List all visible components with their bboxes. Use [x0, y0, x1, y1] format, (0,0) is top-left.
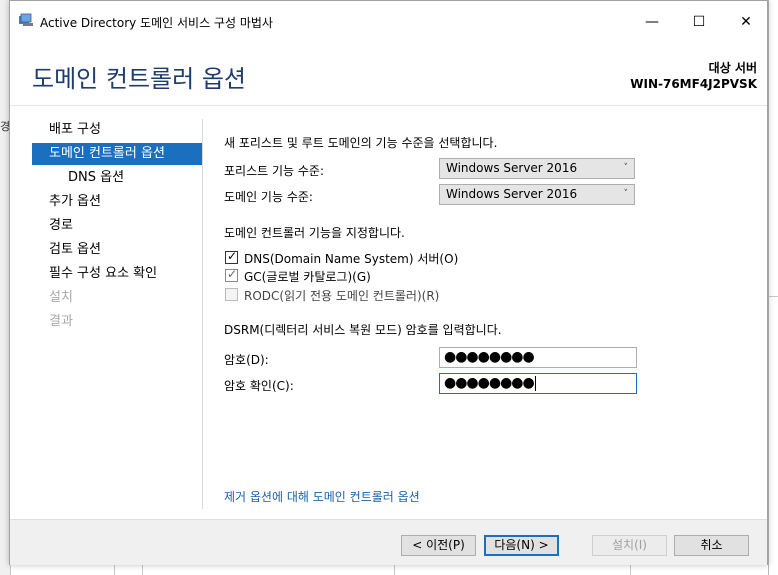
- wizard-footer: < 이전(P) 다음(N) > 설치(I) 취소: [10, 519, 767, 565]
- title-bar[interactable]: Active Directory 도메인 서비스 구성 마법사 — ☐ ✕: [10, 1, 767, 41]
- dsrm-intro: DSRM(디렉터리 서비스 복원 모드) 암호를 입력합니다.: [224, 323, 502, 337]
- functional-level-intro: 새 포리스트 및 루트 도메인의 기능 수준을 선택합니다.: [224, 136, 498, 150]
- password-label: 암호(D):: [224, 353, 269, 367]
- nav-item-prereq[interactable]: 필수 구성 요소 확인: [32, 263, 157, 285]
- next-button[interactable]: 다음(N) >: [484, 535, 559, 556]
- password-input[interactable]: ●●●●●●●●: [439, 347, 637, 368]
- nav-item-results: 결과: [49, 314, 73, 329]
- maximize-button[interactable]: ☐: [679, 9, 719, 35]
- rodc-label: RODC(읽기 전용 도메인 컨트롤러)(R): [244, 289, 440, 303]
- previous-button[interactable]: < 이전(P): [401, 535, 476, 556]
- text-caret: [534, 375, 536, 391]
- nav-item-additional-options[interactable]: 추가 옵션: [32, 191, 101, 213]
- maximize-icon: ☐: [692, 14, 706, 30]
- chevron-down-icon: ˅: [623, 189, 629, 199]
- target-server-name: WIN-76MF4J2PVSK: [630, 77, 757, 91]
- wizard-window: Active Directory 도메인 서비스 구성 마법사 — ☐ ✕ 도메…: [9, 0, 768, 565]
- background-divider: [768, 296, 778, 297]
- more-info-link[interactable]: 제거 옵션에 대해 도메인 컨트롤러 옵션: [224, 488, 420, 505]
- password-value: ●●●●●●●●: [444, 349, 535, 365]
- nav-item-install: 설치: [49, 290, 73, 305]
- rodc-checkbox[interactable]: [225, 288, 238, 301]
- check-icon: ✓: [227, 267, 238, 281]
- install-button: 설치(I): [592, 535, 667, 556]
- gc-label: GC(글로벌 카탈로그)(G): [244, 270, 371, 284]
- chevron-down-icon: ˅: [623, 163, 629, 173]
- cancel-button[interactable]: 취소: [674, 535, 749, 556]
- target-server-label: 대상 서버: [708, 61, 757, 75]
- background-window-right: [768, 0, 778, 575]
- nav-item-deployment[interactable]: 배포 구성: [32, 119, 101, 141]
- nav-item-dc-options[interactable]: 도메인 컨트롤러 옵션: [32, 143, 202, 165]
- nav-item-paths[interactable]: 경로: [32, 215, 73, 237]
- dns-label: DNS(Domain Name System) 서버(O): [244, 252, 459, 266]
- forest-level-value: Windows Server 2016: [446, 161, 578, 175]
- nav-item-dns-options[interactable]: DNS 옵션: [49, 167, 124, 189]
- confirm-password-label: 암호 확인(C):: [224, 379, 294, 393]
- dns-checkbox[interactable]: ✓: [225, 249, 238, 264]
- header-divider: [10, 105, 767, 106]
- minimize-button[interactable]: —: [632, 9, 672, 35]
- nav-divider: [202, 119, 203, 509]
- minimize-icon: —: [645, 14, 659, 30]
- nav-item-review[interactable]: 검토 옵션: [32, 239, 101, 261]
- close-button[interactable]: ✕: [726, 9, 766, 35]
- window-title: Active Directory 도메인 서비스 구성 마법사: [40, 16, 273, 30]
- check-icon: ✓: [227, 249, 238, 263]
- confirm-password-input[interactable]: ●●●●●●●●: [439, 373, 637, 394]
- domain-level-value: Windows Server 2016: [446, 187, 578, 201]
- capabilities-intro: 도메인 컨트롤러 기능을 지정합니다.: [224, 226, 405, 240]
- domain-level-dropdown[interactable]: Windows Server 2016 ˅: [439, 184, 635, 205]
- confirm-password-value: ●●●●●●●●: [444, 375, 535, 391]
- forest-level-label: 포리스트 기능 수준:: [224, 164, 324, 178]
- forest-level-dropdown[interactable]: Windows Server 2016 ˅: [439, 158, 635, 179]
- close-icon: ✕: [740, 14, 752, 30]
- gc-checkbox[interactable]: ✓: [225, 267, 238, 282]
- domain-level-label: 도메인 기능 수준:: [224, 190, 313, 204]
- page-title: 도메인 컨트롤러 옵션: [32, 65, 246, 93]
- active-directory-icon: [19, 13, 33, 26]
